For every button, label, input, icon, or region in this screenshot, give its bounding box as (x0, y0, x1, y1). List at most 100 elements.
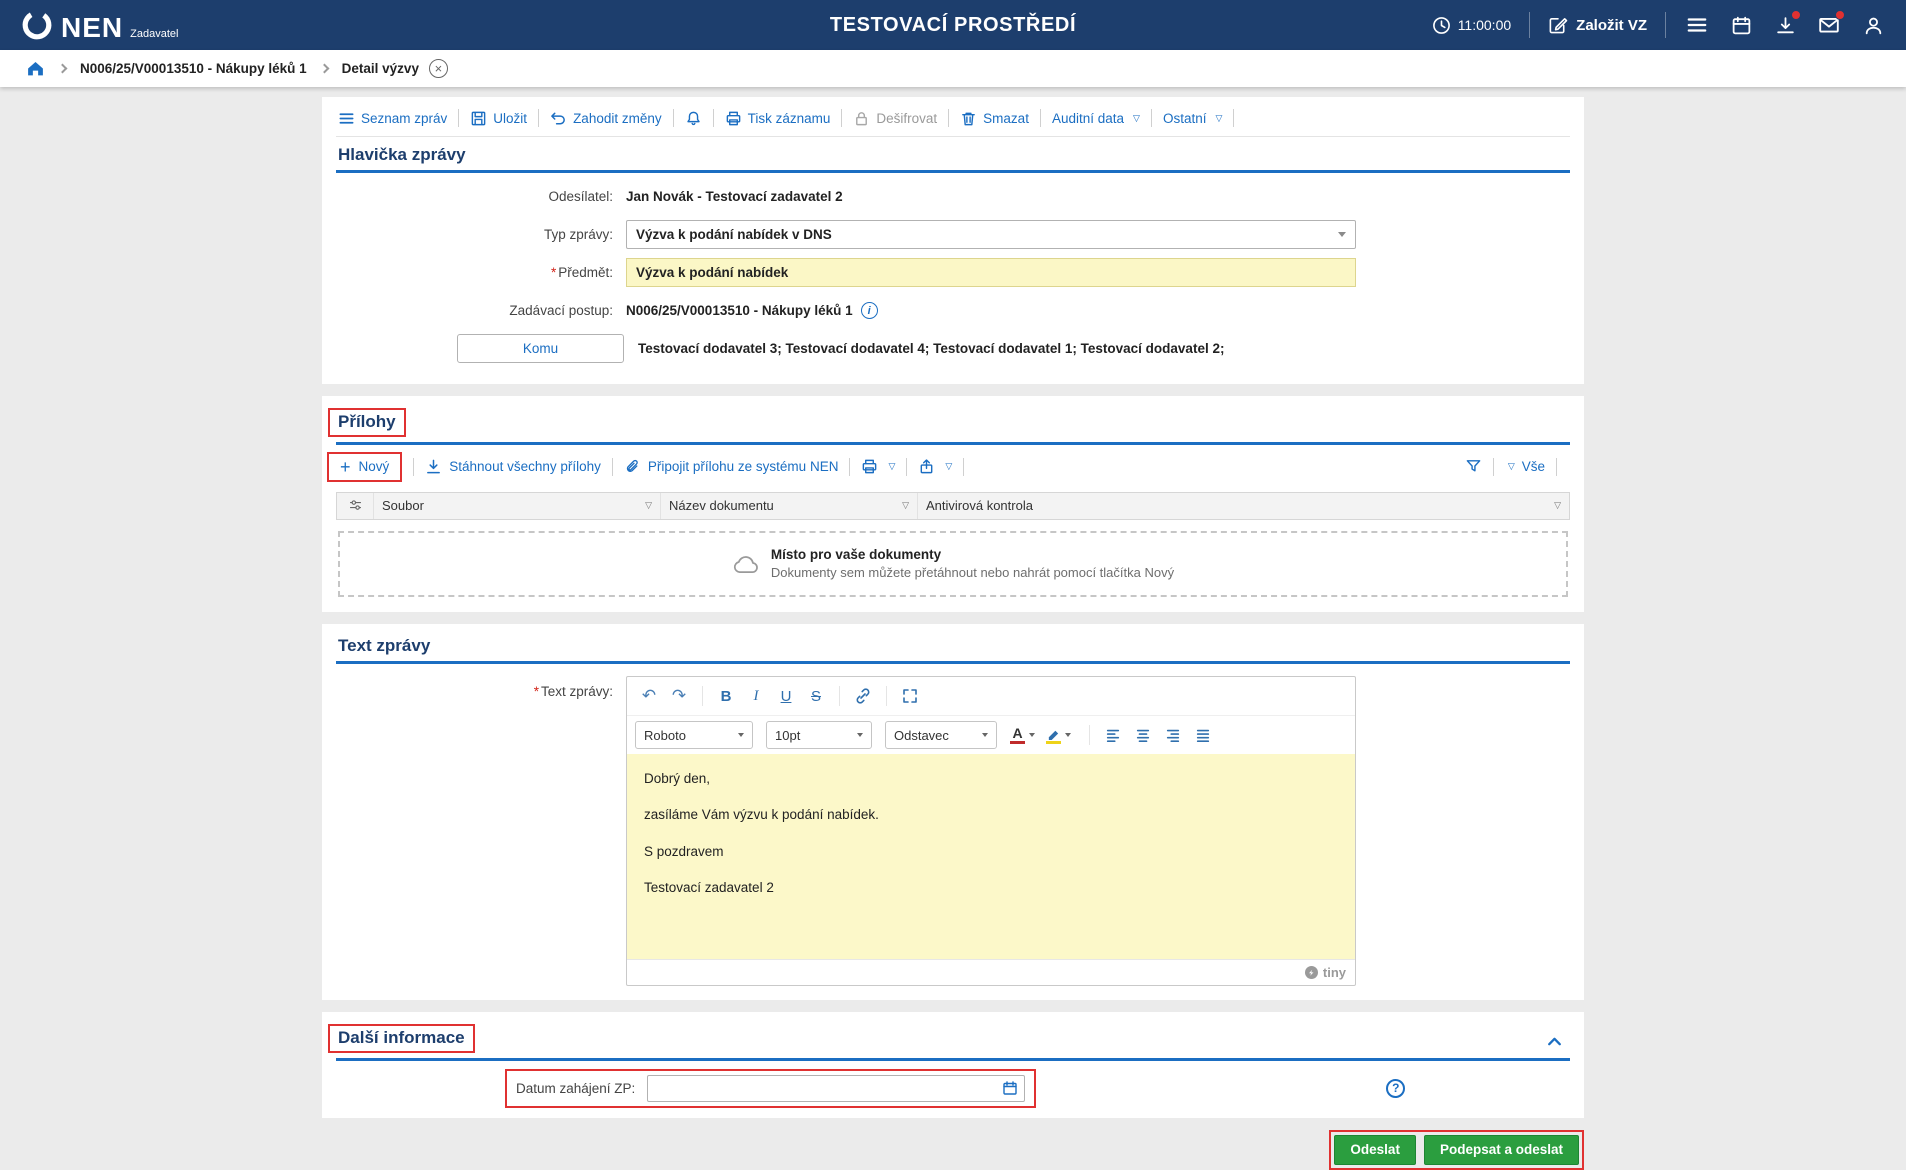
download-all-button[interactable]: Stáhnout všechny přílohy (425, 458, 601, 475)
toolbar-divider (1556, 458, 1557, 476)
view-all-filter[interactable]: ▽ Vše (1505, 459, 1545, 474)
font-family-select[interactable]: Roboto (635, 721, 753, 749)
underline-button[interactable]: U (772, 682, 800, 710)
column-filter-icon[interactable]: ▽ (645, 500, 652, 511)
editor-paragraph: zasíláme Vám výzvu k podání nabídek. (644, 806, 1338, 824)
font-size-select[interactable]: 10pt (766, 721, 872, 749)
podepsat-a-odeslat-button[interactable]: Podepsat a odeslat (1424, 1135, 1579, 1165)
toolbar-label: Dešifrovat (876, 111, 937, 126)
logo-text: NEN (61, 14, 123, 42)
field-label: Odesílatel: (336, 189, 626, 204)
share-icon (918, 458, 935, 475)
calendar-icon (1731, 15, 1752, 36)
toolbar-divider (1040, 109, 1041, 127)
help-button[interactable]: ? (1386, 1079, 1405, 1098)
toolbar-item-ulozit[interactable]: Uložit (470, 110, 527, 127)
komu-button[interactable]: Komu (457, 334, 624, 363)
nen-logo-icon (20, 8, 54, 42)
bold-icon: B (721, 688, 732, 705)
column-header-nazev-dokumentu[interactable]: Název dokumentu ▽ (661, 493, 918, 519)
menu-button[interactable] (1684, 12, 1710, 38)
typ-zpravy-select[interactable]: Výzva k podání nabídek v DNS (626, 220, 1356, 249)
column-filter-icon[interactable]: ▽ (1554, 500, 1561, 511)
predmet-value: Výzva k podání nabídek (636, 265, 788, 280)
filter-button[interactable] (1465, 458, 1482, 475)
redo-button[interactable]: ↷ (665, 682, 693, 710)
dropzone-text: Místo pro vaše dokumenty Dokumenty sem m… (771, 547, 1174, 580)
highlight-color-button[interactable] (1046, 727, 1071, 744)
calendar-picker-icon[interactable] (1002, 1080, 1018, 1096)
datum-zahajeni-input[interactable] (647, 1075, 1025, 1102)
column-header-antivirova-kontrola[interactable]: Antivirová kontrola ▽ (918, 493, 1569, 519)
editor-toolbar-row2: Roboto 10pt Odstavec A (627, 716, 1355, 754)
info-icon[interactable]: i (861, 302, 878, 319)
nen-logo[interactable]: NEN Zadavatel (20, 8, 178, 42)
column-header-soubor[interactable]: Soubor ▽ (374, 493, 661, 519)
downloads-button[interactable] (1772, 12, 1798, 38)
hamburger-icon (1686, 14, 1708, 36)
align-left-button[interactable] (1099, 721, 1127, 749)
toolbar-item-auditni-data[interactable]: Auditní data ▽ (1052, 111, 1140, 126)
collapse-section-button[interactable] (1541, 1032, 1568, 1053)
attachments-dropzone[interactable]: Místo pro vaše dokumenty Dokumenty sem m… (338, 531, 1568, 597)
editor-content[interactable]: Dobrý den, zasíláme Vám výzvu k podání n… (627, 754, 1355, 959)
fullscreen-icon (901, 687, 919, 705)
field-label: Datum zahájení ZP: (516, 1081, 635, 1096)
toolbar-divider (673, 109, 674, 127)
tiny-logo-icon (1304, 965, 1319, 980)
undo-button[interactable]: ↶ (635, 682, 663, 710)
italic-button[interactable]: I (742, 682, 770, 710)
toolbar-label: Smazat (983, 111, 1029, 126)
attach-from-nen-button[interactable]: Připojit přílohu ze systému NEN (624, 458, 839, 475)
notification-badge (1791, 10, 1801, 20)
section-header-dalsi-informace: Další informace (336, 1016, 1570, 1060)
list-icon (338, 110, 355, 127)
messages-button[interactable] (1816, 12, 1842, 38)
block-format-select[interactable]: Odstavec (885, 721, 997, 749)
align-right-button[interactable] (1159, 721, 1187, 749)
editor-group-divider (702, 686, 703, 706)
fullscreen-button[interactable] (896, 682, 924, 710)
profile-button[interactable] (1860, 12, 1886, 38)
home-icon (26, 59, 45, 78)
tiny-brand-link[interactable]: tiny (1304, 965, 1346, 980)
link-button[interactable] (849, 682, 877, 710)
column-filter-icon[interactable]: ▽ (902, 500, 909, 511)
toolbar-item-seznam-zprav[interactable]: Seznam zpráv (338, 110, 447, 127)
home-button[interactable] (26, 59, 45, 78)
toolbar-item-zahodit-zmeny[interactable]: Zahodit změny (550, 110, 662, 127)
toolbar-label: Uložit (493, 111, 527, 126)
odeslat-button[interactable]: Odeslat (1334, 1135, 1416, 1165)
create-vz-button[interactable]: Založit VZ (1548, 15, 1647, 35)
new-attachment-button[interactable]: + Nový (327, 452, 402, 482)
toolbar-item-smazat[interactable]: Smazat (960, 110, 1029, 127)
annotation-box: Datum zahájení ZP: (505, 1069, 1036, 1108)
export-attachments-button[interactable]: ▽ (918, 458, 952, 475)
bold-button[interactable]: B (712, 682, 740, 710)
breadcrumb-item-procedure[interactable]: N006/25/V00013510 - Nákupy léků 1 (80, 61, 307, 76)
notifications-button[interactable] (685, 110, 702, 127)
print-attachments-button[interactable]: ▽ (861, 458, 895, 475)
editor-group-divider (1089, 725, 1090, 745)
align-justify-button[interactable] (1189, 721, 1217, 749)
strikethrough-button[interactable]: S (802, 682, 830, 710)
user-icon (1863, 15, 1884, 36)
close-tab-button[interactable]: × (429, 59, 448, 78)
toolbar-divider (841, 109, 842, 127)
chevron-down-icon (857, 733, 863, 737)
plus-icon: + (340, 458, 351, 476)
typ-zpravy-value: Výzva k podání nabídek v DNS (636, 227, 832, 242)
predmet-input[interactable]: Výzva k podání nabídek (626, 258, 1356, 287)
column-settings-button[interactable] (337, 493, 374, 519)
view-all-label: Vše (1522, 459, 1545, 474)
align-center-icon (1135, 727, 1151, 743)
toolbar-item-tisk-zaznamu[interactable]: Tisk záznamu (725, 110, 831, 127)
toolbar-item-ostatni[interactable]: Ostatní ▽ (1163, 111, 1222, 126)
message-detail-panel: Seznam zpráv Uložit Zahodit změny Tisk z… (322, 97, 1584, 384)
page-content: Seznam zpráv Uložit Zahodit změny Tisk z… (322, 97, 1584, 1170)
field-typ-zpravy: Typ zprávy: Výzva k podání nabídek v DNS (336, 220, 1570, 249)
toolbar-divider (612, 458, 613, 476)
text-color-button[interactable]: A (1010, 726, 1035, 744)
align-center-button[interactable] (1129, 721, 1157, 749)
calendar-button[interactable] (1728, 12, 1754, 38)
